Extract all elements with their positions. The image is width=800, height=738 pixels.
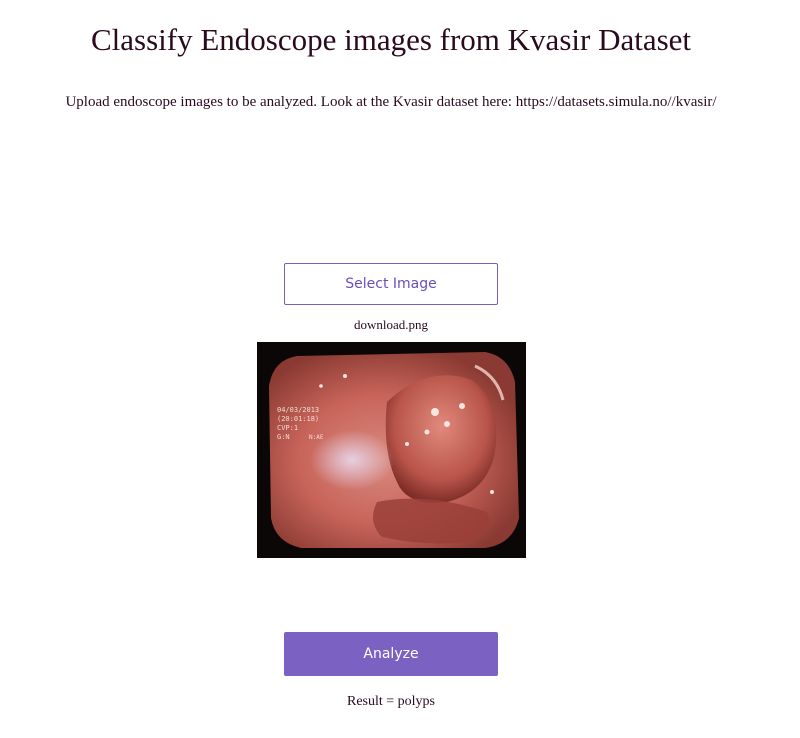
endoscope-image: 04/03/2013 (20:01:18) CVP:1 G:N N:AE — [257, 342, 526, 558]
analyze-button[interactable]: Analyze — [284, 632, 498, 676]
select-image-button[interactable]: Select Image — [284, 263, 498, 305]
overlay-extra: N:AE — [309, 434, 324, 441]
page-title: Classify Endoscope images from Kvasir Da… — [90, 22, 692, 57]
overlay-date: 04/03/2013 — [277, 406, 319, 414]
image-preview: 04/03/2013 (20:01:18) CVP:1 G:N N:AE — [257, 342, 526, 558]
overlay-cvp: CVP:1 — [277, 424, 298, 432]
overlay-gn: G:N — [277, 433, 290, 441]
overlay-code: (20:01:18) — [277, 415, 319, 423]
selected-file-name: download.png — [353, 317, 429, 332]
page-subtitle: Upload endoscope images to be analyzed. … — [65, 94, 717, 110]
result-text: Result = polyps — [346, 694, 435, 709]
